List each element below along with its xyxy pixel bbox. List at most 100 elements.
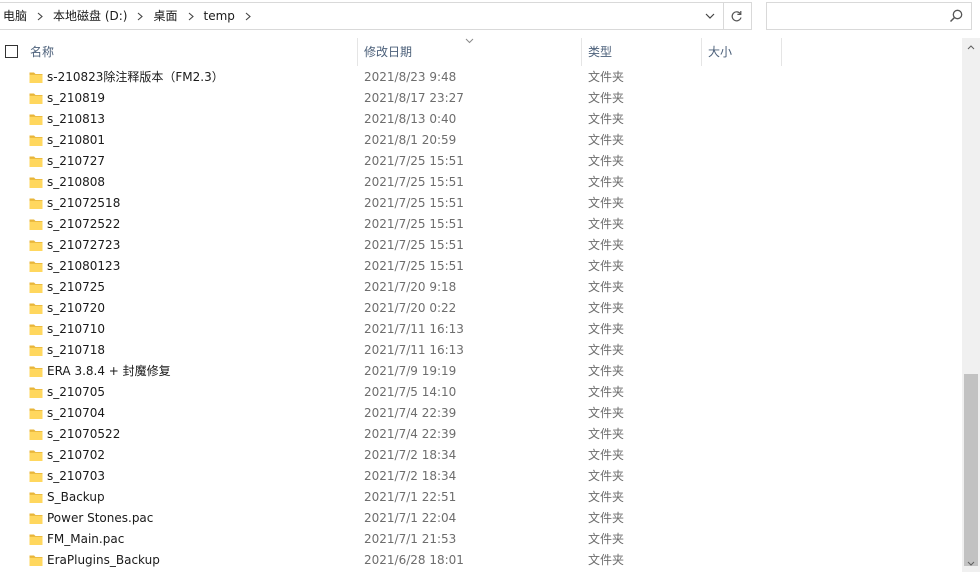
file-type: 文件夹	[588, 406, 625, 420]
column-header-name[interactable]: 名称	[30, 38, 356, 66]
column-header: 名称 修改日期 类型 大小	[0, 38, 962, 66]
vertical-scrollbar[interactable]	[962, 38, 980, 572]
file-row[interactable]: ERA 3.8.4 + 封魔修复 2021/7/9 19:19 文件夹	[0, 361, 962, 382]
file-row[interactable]: s_210727 2021/7/25 15:51 文件夹	[0, 151, 962, 172]
chevron-right-icon[interactable]	[31, 3, 49, 29]
breadcrumb-item-drive[interactable]: 本地磁盘 (D:)	[49, 3, 131, 29]
file-row[interactable]: s_210702 2021/7/2 18:34 文件夹	[0, 445, 962, 466]
column-header-size[interactable]: 大小	[708, 38, 780, 66]
file-type: 文件夹	[588, 133, 625, 147]
column-divider[interactable]	[357, 38, 358, 66]
file-type: 文件夹	[588, 427, 625, 441]
folder-icon	[29, 385, 43, 399]
file-row[interactable]: Power Stones.pac 2021/7/1 22:04 文件夹	[0, 508, 962, 529]
file-row[interactable]: s_21070522 2021/7/4 22:39 文件夹	[0, 424, 962, 445]
file-modified-date: 2021/7/1 22:04	[364, 511, 457, 525]
folder-icon	[29, 301, 43, 315]
file-row[interactable]: S_Backup 2021/7/1 22:51 文件夹	[0, 487, 962, 508]
file-type: 文件夹	[588, 322, 625, 336]
file-row[interactable]: s_210718 2021/7/11 16:13 文件夹	[0, 340, 962, 361]
file-row[interactable]: s_21072723 2021/7/25 15:51 文件夹	[0, 235, 962, 256]
scroll-up-button[interactable]	[962, 38, 980, 56]
file-row[interactable]: s_210703 2021/7/2 18:34 文件夹	[0, 466, 962, 487]
address-history-button[interactable]	[697, 3, 723, 29]
scroll-thumb[interactable]	[964, 374, 978, 566]
select-all-checkbox[interactable]	[5, 45, 18, 58]
file-row[interactable]: s_210725 2021/7/20 9:18 文件夹	[0, 277, 962, 298]
file-name: s_210710	[47, 322, 106, 336]
chevron-down-icon	[967, 561, 975, 566]
breadcrumb-item-temp[interactable]: temp	[200, 3, 239, 29]
file-modified-date: 2021/8/17 23:27	[364, 91, 464, 105]
chevron-right-icon[interactable]	[182, 3, 200, 29]
file-name: FM_Main.pac	[47, 532, 125, 546]
file-name: s_210819	[47, 91, 106, 105]
folder-icon	[29, 70, 43, 84]
breadcrumb-item-desktop[interactable]: 桌面	[149, 3, 181, 29]
file-type: 文件夹	[588, 70, 625, 84]
file-row[interactable]: s_210710 2021/7/11 16:13 文件夹	[0, 319, 962, 340]
file-modified-date: 2021/7/20 0:22	[364, 301, 457, 315]
scroll-down-button[interactable]	[962, 554, 980, 572]
file-row[interactable]: s_210720 2021/7/20 0:22 文件夹	[0, 298, 962, 319]
folder-icon	[29, 406, 43, 420]
file-row[interactable]: s_210705 2021/7/5 14:10 文件夹	[0, 382, 962, 403]
folder-icon	[29, 196, 43, 210]
column-divider[interactable]	[581, 38, 582, 66]
file-row[interactable]: s_210808 2021/7/25 15:51 文件夹	[0, 172, 962, 193]
file-type: 文件夹	[588, 364, 625, 378]
file-name: s-210823除注释版本（FM2.3）	[47, 70, 224, 84]
folder-icon	[29, 133, 43, 147]
file-type: 文件夹	[588, 91, 625, 105]
file-type: 文件夹	[588, 490, 625, 504]
address-bar[interactable]: 电脑 本地磁盘 (D:) 桌面 temp	[0, 2, 724, 30]
column-header-type[interactable]: 类型	[588, 38, 698, 66]
search-input[interactable]	[767, 3, 943, 29]
refresh-button[interactable]	[722, 2, 752, 30]
search-box[interactable]	[766, 2, 972, 30]
refresh-icon	[731, 10, 742, 21]
folder-icon	[29, 154, 43, 168]
file-modified-date: 2021/8/1 20:59	[364, 133, 457, 147]
file-row[interactable]: EraPlugins_Backup 2021/6/28 18:01 文件夹	[0, 550, 962, 571]
file-row[interactable]: s_210801 2021/8/1 20:59 文件夹	[0, 130, 962, 151]
breadcrumb-item-computer[interactable]: 电脑	[0, 3, 31, 29]
folder-icon	[29, 448, 43, 462]
chevron-right-icon[interactable]	[131, 3, 149, 29]
file-modified-date: 2021/7/25 15:51	[364, 154, 464, 168]
chevron-right-icon[interactable]	[239, 3, 257, 29]
folder-icon	[29, 469, 43, 483]
file-name: s_210725	[47, 280, 106, 294]
file-type: 文件夹	[588, 343, 625, 357]
file-row[interactable]: s_210813 2021/8/13 0:40 文件夹	[0, 109, 962, 130]
file-modified-date: 2021/7/4 22:39	[364, 427, 457, 441]
search-icon[interactable]	[949, 9, 963, 23]
file-modified-date: 2021/7/9 19:19	[364, 364, 457, 378]
folder-icon	[29, 259, 43, 273]
column-divider[interactable]	[781, 38, 782, 66]
folder-icon	[29, 112, 43, 126]
file-type: 文件夹	[588, 385, 625, 399]
file-row[interactable]: s_21072518 2021/7/25 15:51 文件夹	[0, 193, 962, 214]
file-row[interactable]: s_21080123 2021/7/25 15:51 文件夹	[0, 256, 962, 277]
file-row[interactable]: s_210819 2021/8/17 23:27 文件夹	[0, 88, 962, 109]
column-header-date[interactable]: 修改日期	[364, 38, 578, 66]
file-name: s_21072518	[47, 196, 121, 210]
file-type: 文件夹	[588, 196, 625, 210]
file-modified-date: 2021/6/28 18:01	[364, 553, 464, 567]
file-name: Power Stones.pac	[47, 511, 154, 525]
file-modified-date: 2021/7/25 15:51	[364, 259, 464, 273]
file-modified-date: 2021/7/25 15:51	[364, 217, 464, 231]
column-divider[interactable]	[701, 38, 702, 66]
folder-icon	[29, 91, 43, 105]
file-name: s_21070522	[47, 427, 121, 441]
folder-icon	[29, 364, 43, 378]
file-name: s_210718	[47, 343, 106, 357]
file-row[interactable]: s_21072522 2021/7/25 15:51 文件夹	[0, 214, 962, 235]
file-row[interactable]: s-210823除注释版本（FM2.3） 2021/8/23 9:48 文件夹	[0, 67, 962, 88]
file-name: s_210813	[47, 112, 106, 126]
file-name: s_21072522	[47, 217, 121, 231]
file-row[interactable]: s_210704 2021/7/4 22:39 文件夹	[0, 403, 962, 424]
file-row[interactable]: FM_Main.pac 2021/7/1 21:53 文件夹	[0, 529, 962, 550]
file-modified-date: 2021/7/11 16:13	[364, 322, 464, 336]
